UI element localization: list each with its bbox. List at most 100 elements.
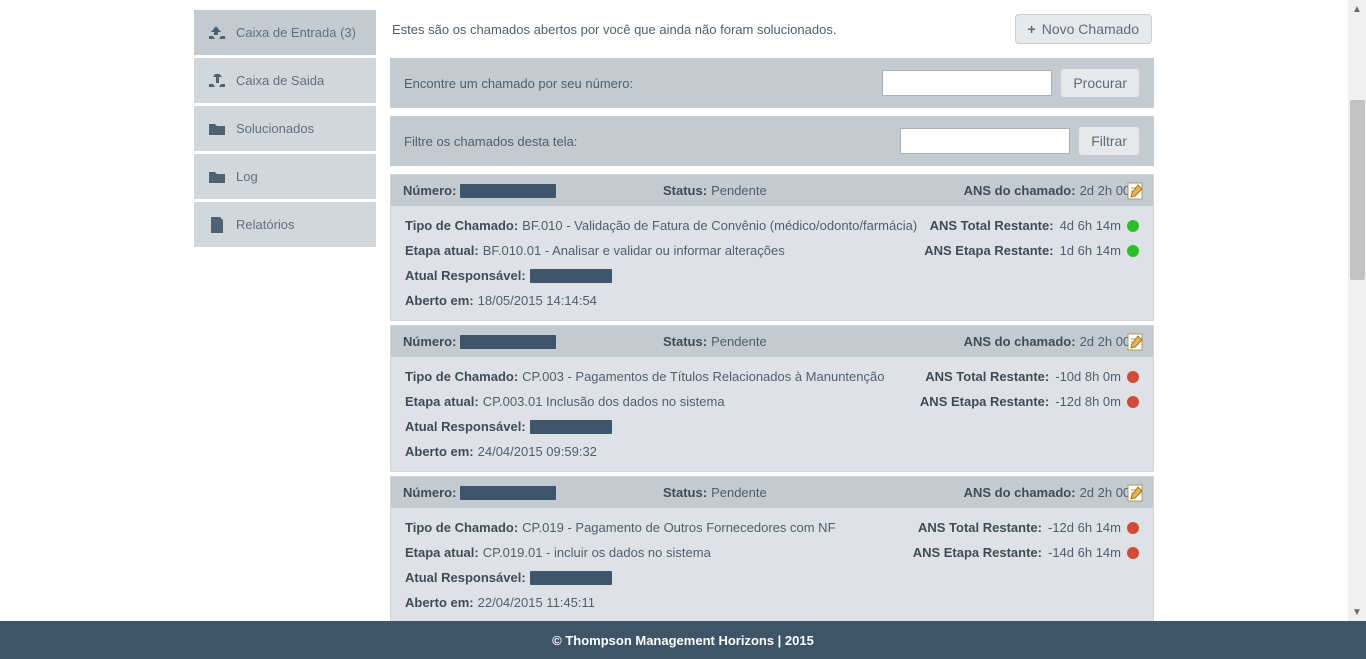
sidebar-item-inbox[interactable]: Caixa de Entrada (3) [194, 10, 376, 55]
ticket-ans-etapa: -14d 6h 14m [1048, 545, 1121, 560]
find-button[interactable]: Procurar [1060, 68, 1140, 98]
label-numero: Número: [403, 183, 456, 198]
label-tipo: Tipo de Chamado: [405, 218, 518, 233]
top-line: Estes são os chamados abertos por você q… [390, 10, 1154, 50]
filter-input[interactable] [900, 128, 1070, 154]
label-etapa: Etapa atual: [405, 243, 479, 258]
filter-label: Filtre os chamados desta tela: [404, 134, 900, 149]
sidebar-item-outbox[interactable]: Caixa de Saida [194, 58, 376, 103]
label-status: Status: [663, 183, 707, 198]
folder-icon [208, 169, 226, 185]
label-tipo: Tipo de Chamado: [405, 369, 518, 384]
find-input[interactable] [882, 70, 1052, 96]
status-dot [1127, 547, 1139, 559]
label-responsavel: Atual Responsável: [405, 570, 526, 585]
sidebar-item-label: Solucionados [236, 121, 314, 136]
filter-button[interactable]: Filtrar [1078, 126, 1140, 156]
ticket-header: Número:Status: PendenteANS do chamado: 2… [391, 477, 1153, 508]
ticket-header: Número:Status: PendenteANS do chamado: 2… [391, 175, 1153, 206]
ticket-header: Número:Status: PendenteANS do chamado: 2… [391, 326, 1153, 357]
status-dot [1127, 371, 1139, 383]
label-aberto: Aberto em: [405, 595, 474, 610]
footer-text: © Thompson Management Horizons | 2015 [552, 633, 814, 648]
folder-icon [208, 121, 226, 137]
label-status: Status: [663, 485, 707, 500]
ticket-body: Tipo de Chamado: BF.010 - Validação de F… [391, 206, 1153, 320]
scrollbar[interactable]: ▲ ▼ [1348, 0, 1366, 621]
inbox-icon [208, 25, 226, 41]
find-label: Encontre um chamado por seu número: [404, 76, 882, 91]
scroll-down-icon[interactable]: ▼ [1348, 603, 1366, 621]
label-status: Status: [663, 334, 707, 349]
sidebar-item-solved[interactable]: Solucionados [194, 106, 376, 151]
sidebar-item-label: Caixa de Entrada (3) [236, 25, 356, 40]
label-aberto: Aberto em: [405, 293, 474, 308]
ticket-etapa: CP.003.01 Inclusão dos dados no sistema [483, 394, 725, 409]
intro-text: Estes são os chamados abertos por você q… [392, 22, 836, 37]
ticket-ans-etapa: -12d 8h 0m [1055, 394, 1121, 409]
new-ticket-button[interactable]: + Novo Chamado [1015, 14, 1152, 44]
ticket-card: Número:Status: PendenteANS do chamado: 2… [390, 476, 1154, 621]
ticket-ans-etapa: 1d 6h 14m [1060, 243, 1121, 258]
ticket-status: Pendente [711, 485, 767, 500]
ticket-aberto: 22/04/2015 11:45:11 [478, 595, 595, 610]
outbox-icon [208, 73, 226, 89]
label-ans-total: ANS Total Restante: [930, 218, 1054, 233]
label-etapa: Etapa atual: [405, 394, 479, 409]
responsavel-redacted [530, 420, 612, 434]
label-ans-total: ANS Total Restante: [925, 369, 1049, 384]
report-icon [208, 217, 226, 233]
ticket-status: Pendente [711, 334, 767, 349]
ticket-aberto: 24/04/2015 09:59:32 [478, 444, 597, 459]
status-dot [1127, 245, 1139, 257]
responsavel-redacted [530, 571, 612, 585]
find-bar: Encontre um chamado por seu número: Proc… [390, 58, 1154, 108]
label-tipo: Tipo de Chamado: [405, 520, 518, 535]
sidebar-item-reports[interactable]: Relatórios [194, 202, 376, 247]
plus-icon: + [1028, 21, 1036, 37]
ticket-ans-total: -10d 8h 0m [1055, 369, 1121, 384]
main-container: Caixa de Entrada (3) Caixa de Saida Solu… [194, 0, 1154, 621]
main-panel: Estes são os chamados abertos por você q… [390, 10, 1154, 621]
status-dot [1127, 396, 1139, 408]
sidebar-item-label: Caixa de Saida [236, 73, 324, 88]
ticket-aberto: 18/05/2015 14:14:54 [478, 293, 597, 308]
edit-icon[interactable] [1127, 182, 1145, 200]
ticket-tipo: CP.003 - Pagamentos de Títulos Relaciona… [522, 369, 884, 384]
filter-bar: Filtre os chamados desta tela: Filtrar [390, 116, 1154, 166]
label-ans-etapa: ANS Etapa Restante: [924, 243, 1053, 258]
label-aberto: Aberto em: [405, 444, 474, 459]
ticket-etapa: BF.010.01 - Analisar e validar ou inform… [483, 243, 785, 258]
ticket-tipo: CP.019 - Pagamento de Outros Fornecedore… [522, 520, 835, 535]
ticket-ans-total: -12d 6h 14m [1048, 520, 1121, 535]
label-numero: Número: [403, 485, 456, 500]
label-ans-total: ANS Total Restante: [918, 520, 1042, 535]
footer: © Thompson Management Horizons | 2015 [0, 621, 1366, 659]
label-ans-chamado: ANS do chamado: [964, 183, 1076, 198]
status-dot [1127, 522, 1139, 534]
label-ans-etapa: ANS Etapa Restante: [913, 545, 1042, 560]
scroll-thumb[interactable] [1350, 100, 1365, 280]
sidebar-item-label: Relatórios [236, 217, 295, 232]
sidebar-item-log[interactable]: Log [194, 154, 376, 199]
edit-icon[interactable] [1127, 333, 1145, 351]
scroll-up-icon[interactable]: ▲ [1348, 0, 1366, 18]
label-responsavel: Atual Responsável: [405, 419, 526, 434]
ticket-number-redacted [460, 486, 556, 500]
new-ticket-label: Novo Chamado [1042, 21, 1139, 37]
ticket-body: Tipo de Chamado: CP.003 - Pagamentos de … [391, 357, 1153, 471]
ticket-tipo: BF.010 - Validação de Fatura de Convênio… [522, 218, 917, 233]
responsavel-redacted [530, 269, 612, 283]
ticket-etapa: CP.019.01 - incluir os dados no sistema [483, 545, 711, 560]
ticket-ans-total: 4d 6h 14m [1060, 218, 1121, 233]
ticket-card: Número:Status: PendenteANS do chamado: 2… [390, 174, 1154, 321]
label-ans-chamado: ANS do chamado: [964, 334, 1076, 349]
ticket-number-redacted [460, 335, 556, 349]
edit-icon[interactable] [1127, 484, 1145, 502]
sidebar-item-label: Log [236, 169, 258, 184]
sidebar: Caixa de Entrada (3) Caixa de Saida Solu… [194, 10, 376, 621]
status-dot [1127, 220, 1139, 232]
ticket-card: Número:Status: PendenteANS do chamado: 2… [390, 325, 1154, 472]
ticket-number-redacted [460, 184, 556, 198]
ticket-status: Pendente [711, 183, 767, 198]
